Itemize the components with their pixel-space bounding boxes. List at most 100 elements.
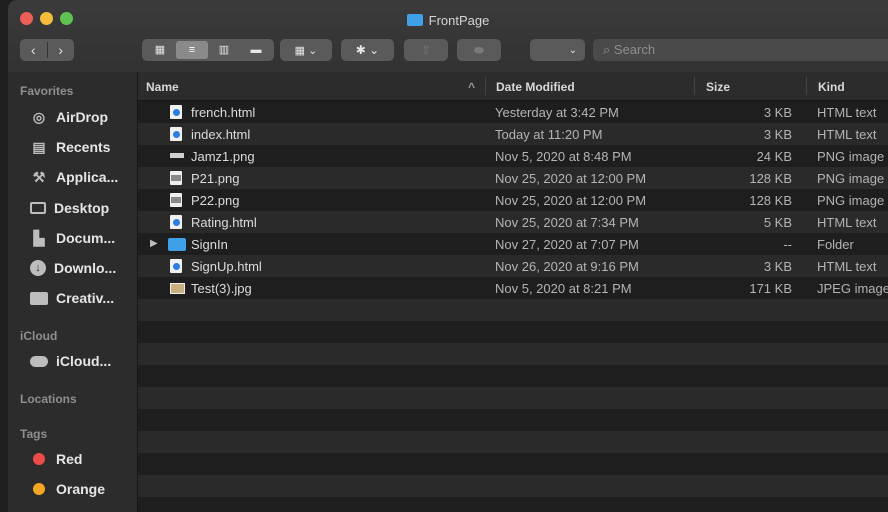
jpeg-file-icon xyxy=(170,283,185,294)
sidebar-item-label: Creativ... xyxy=(56,290,115,306)
sidebar-item-label: Orange xyxy=(56,481,106,497)
sidebar-item-label: Recents xyxy=(56,139,111,155)
column-view-button[interactable]: ▥ xyxy=(208,41,240,59)
file-name: P22.png xyxy=(191,193,240,208)
sidebar-tag-red[interactable]: Red xyxy=(30,448,82,470)
file-kind: HTML text xyxy=(817,127,877,142)
html-file-icon xyxy=(170,105,182,119)
file-size: -- xyxy=(783,237,792,252)
file-date: Nov 27, 2020 at 7:07 PM xyxy=(495,237,639,252)
group-by-button[interactable]: ▦ ⌄ xyxy=(280,39,332,61)
sidebar-item-creative[interactable]: Creativ... xyxy=(30,287,114,309)
path-dropdown-button[interactable]: ⌄ xyxy=(530,39,585,61)
downloads-icon: ↓ xyxy=(30,260,46,276)
folder-icon xyxy=(30,291,48,305)
empty-row xyxy=(138,387,888,409)
file-row[interactable]: P22.png Nov 25, 2020 at 12:00 PM 128 KB … xyxy=(138,189,888,211)
file-kind: HTML text xyxy=(817,105,877,120)
file-row[interactable]: Test(3).jpg Nov 5, 2020 at 8:21 PM 171 K… xyxy=(138,277,888,299)
file-name: Test(3).jpg xyxy=(191,281,252,296)
sidebar-item-label: Docum... xyxy=(56,230,116,246)
title-bar: FrontPage ‹ › ▦ ≡ ▥ ▬ ▦ ⌄ ✱ ⌄ ⇧ ⬬ ⌄ ⌕ Se… xyxy=(8,0,888,73)
column-divider[interactable] xyxy=(806,77,807,95)
action-menu-button[interactable]: ✱ ⌄ xyxy=(341,39,394,61)
forward-button[interactable]: › xyxy=(48,42,75,58)
file-row[interactable]: index.html Today at 11:20 PM 3 KB HTML t… xyxy=(138,123,888,145)
empty-row xyxy=(138,497,888,512)
search-icon: ⌕ xyxy=(603,42,611,57)
file-size: 128 KB xyxy=(749,171,792,186)
file-size: 3 KB xyxy=(763,259,792,274)
empty-row xyxy=(138,453,888,475)
file-row[interactable]: P21.png Nov 25, 2020 at 12:00 PM 128 KB … xyxy=(138,167,888,189)
icon-view-button[interactable]: ▦ xyxy=(144,41,176,59)
empty-row xyxy=(138,343,888,365)
sidebar-item-icloud-drive[interactable]: iCloud... xyxy=(30,350,111,372)
file-kind: HTML text xyxy=(817,259,877,274)
edit-tags-button[interactable]: ⬬ xyxy=(457,39,501,61)
share-button[interactable]: ⇧ xyxy=(404,39,448,61)
sidebar-item-label: Downlo... xyxy=(54,260,117,276)
file-name: P21.png xyxy=(191,171,240,186)
navigation-group: ‹ › xyxy=(20,39,74,61)
sidebar-item-airdrop[interactable]: ◎ AirDrop xyxy=(30,106,108,128)
applications-icon: ⚒ xyxy=(32,168,46,185)
file-name: french.html xyxy=(191,105,256,120)
folder-icon xyxy=(168,238,186,251)
search-field[interactable]: ⌕ Search xyxy=(593,39,888,61)
documents-icon: ▙ xyxy=(33,229,45,246)
file-date: Today at 11:20 PM xyxy=(495,127,603,142)
window-title: FrontPage xyxy=(8,13,888,28)
file-kind: PNG image xyxy=(817,193,885,208)
file-row[interactable]: french.html Yesterday at 3:42 PM 3 KB HT… xyxy=(138,101,888,123)
file-date: Nov 25, 2020 at 12:00 PM xyxy=(495,171,647,186)
sidebar-header-icloud: iCloud xyxy=(20,329,58,343)
empty-row xyxy=(138,365,888,387)
list-view-button[interactable]: ≡ xyxy=(176,41,208,59)
orange-tag-dot-icon xyxy=(33,483,45,495)
file-date: Nov 5, 2020 at 8:48 PM xyxy=(495,149,632,164)
window-title-text: FrontPage xyxy=(428,13,490,28)
column-divider[interactable] xyxy=(694,77,695,95)
column-header-size[interactable]: Size xyxy=(706,80,730,94)
column-divider[interactable] xyxy=(485,77,486,95)
recents-icon: ▤ xyxy=(32,138,46,155)
file-name: Jamz1.png xyxy=(191,149,255,164)
file-name: SignUp.html xyxy=(191,259,262,274)
sidebar: Favorites ◎ AirDrop ▤ Recents ⚒ Applica.… xyxy=(8,72,138,512)
file-list: Name ^ Date Modified Size Kind french.ht… xyxy=(138,72,888,512)
empty-row xyxy=(138,431,888,453)
empty-row xyxy=(138,475,888,497)
disclosure-triangle-icon[interactable]: ▶ xyxy=(150,238,158,249)
sidebar-item-recents[interactable]: ▤ Recents xyxy=(30,136,110,158)
file-row[interactable]: SignUp.html Nov 26, 2020 at 9:16 PM 3 KB… xyxy=(138,255,888,277)
html-file-icon xyxy=(170,215,182,229)
airdrop-icon: ◎ xyxy=(32,108,46,125)
sidebar-item-label: Desktop xyxy=(54,200,110,216)
file-size: 5 KB xyxy=(763,215,792,230)
column-header-date-modified[interactable]: Date Modified xyxy=(496,80,575,94)
file-row[interactable]: ▶ SignIn Nov 27, 2020 at 7:07 PM -- Fold… xyxy=(138,233,888,255)
sidebar-item-desktop[interactable]: Desktop xyxy=(30,197,109,219)
file-row[interactable]: Rating.html Nov 25, 2020 at 7:34 PM 5 KB… xyxy=(138,211,888,233)
gallery-view-button[interactable]: ▬ xyxy=(240,41,272,59)
sidebar-item-applications[interactable]: ⚒ Applica... xyxy=(30,166,119,188)
column-header-kind[interactable]: Kind xyxy=(818,80,845,94)
sidebar-tag-orange[interactable]: Orange xyxy=(30,478,105,500)
back-button[interactable]: ‹ xyxy=(20,42,47,58)
search-placeholder: Search xyxy=(613,42,656,57)
file-size: 3 KB xyxy=(763,105,792,120)
file-row[interactable]: Jamz1.png Nov 5, 2020 at 8:48 PM 24 KB P… xyxy=(138,145,888,167)
file-kind: PNG image xyxy=(817,171,885,186)
file-name: SignIn xyxy=(191,237,228,252)
file-size: 24 KB xyxy=(756,149,792,164)
file-date: Nov 5, 2020 at 8:21 PM xyxy=(495,281,632,296)
file-date: Nov 25, 2020 at 12:00 PM xyxy=(495,193,647,208)
sidebar-item-documents[interactable]: ▙ Docum... xyxy=(30,227,116,249)
sidebar-item-label: AirDrop xyxy=(56,109,109,125)
sidebar-item-downloads[interactable]: ↓ Downlo... xyxy=(30,257,116,279)
file-date: Nov 26, 2020 at 9:16 PM xyxy=(495,259,639,274)
finder-window: FrontPage ‹ › ▦ ≡ ▥ ▬ ▦ ⌄ ✱ ⌄ ⇧ ⬬ ⌄ ⌕ Se… xyxy=(8,0,888,512)
column-header-name[interactable]: Name xyxy=(146,80,179,94)
file-date: Yesterday at 3:42 PM xyxy=(495,105,619,120)
